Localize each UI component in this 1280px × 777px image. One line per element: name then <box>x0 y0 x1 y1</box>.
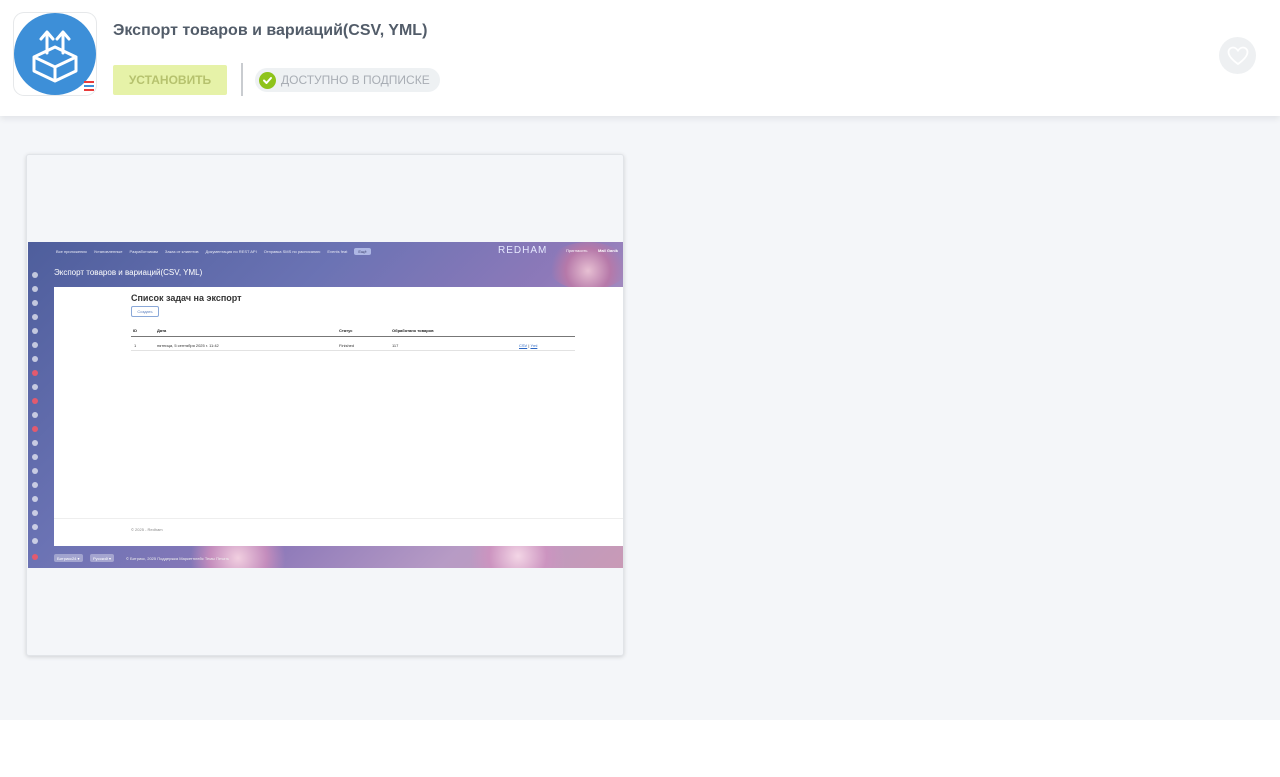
create-button: Создать <box>131 306 159 317</box>
header-rule <box>131 336 575 337</box>
cell-links: CSV | Yml <box>519 343 537 348</box>
rail-icon <box>32 384 38 390</box>
rail-icon <box>32 482 38 488</box>
rail-icon <box>32 314 38 320</box>
screenshot-card[interactable]: Все приложения Установленные Разработчик… <box>26 154 624 656</box>
app-title: Экспорт товаров и вариаций(CSV, YML) <box>113 22 428 39</box>
screenshot-panel: Список задач на экспорт Создать ID Дата … <box>54 287 623 546</box>
rail-icon <box>32 468 38 474</box>
column-header: ID <box>133 328 137 333</box>
csv-link: CSV <box>519 343 528 348</box>
rail-icon <box>32 356 38 362</box>
language-pill: Русский ▾ <box>90 554 114 562</box>
heart-icon <box>1227 46 1248 65</box>
rail-icon <box>32 510 38 516</box>
yml-link: Yml <box>530 343 538 348</box>
footer-rule <box>54 518 623 519</box>
list-title: Список задач на экспорт <box>131 293 242 303</box>
nav-item: Events feat <box>327 248 348 254</box>
rail-icon <box>32 426 38 432</box>
invite-link: Пригласить <box>566 248 588 253</box>
rail-icon <box>32 300 38 306</box>
app-icon <box>14 13 96 95</box>
divider <box>241 63 243 96</box>
nav-item: Разработчикам <box>129 248 158 254</box>
rail-icon <box>32 342 38 348</box>
copyright: © 2025 - Redham <box>131 527 163 532</box>
left-rail <box>28 260 42 568</box>
column-header: Обработано товаров <box>392 328 434 333</box>
favorite-button[interactable] <box>1219 37 1256 74</box>
user-name: Mail Ganik <box>598 248 619 253</box>
rail-icon <box>32 398 38 404</box>
brand-logo: REDHAM <box>498 245 548 256</box>
export-box-icon <box>14 13 96 95</box>
rail-icon <box>32 412 38 418</box>
subscription-badge: ДОСТУПНО В ПОДПИСКЕ <box>255 68 440 92</box>
install-button[interactable]: УСТАНОВИТЬ <box>113 65 227 95</box>
rail-icon <box>32 454 38 460</box>
nav-item: Отправка SMS по расписанию <box>263 248 321 254</box>
cell-date: пятница, 5 сентября 2025 г. 11:42 <box>157 343 219 348</box>
rail-icon <box>32 286 38 292</box>
nav-item: Документация по REST API <box>205 248 257 254</box>
screenshot-page-title: Экспорт товаров и вариаций(CSV, YML) <box>54 268 203 277</box>
cell-count: 117 <box>392 343 399 348</box>
nav-item: Заказ от клиентов <box>164 248 199 254</box>
cell-status: Finished <box>339 343 355 348</box>
nav-item: Установленные <box>93 248 123 254</box>
rail-icon <box>32 496 38 502</box>
rail-icon <box>32 328 38 334</box>
portal-pill: Битрикс24 ▾ <box>54 554 83 562</box>
cell-id: 1 <box>134 343 137 348</box>
app-header: Экспорт товаров и вариаций(CSV, YML) УСТ… <box>0 0 1280 116</box>
app-screenshot: Все приложения Установленные Разработчик… <box>28 242 623 568</box>
nav-more: Ещё <box>354 247 371 255</box>
screenshot-footer: Битрикс24 ▾ Русский ▾ © Битрикс, 2025 По… <box>28 546 623 568</box>
subscription-label: ДОСТУПНО В ПОДПИСКЕ <box>281 73 430 87</box>
footer-text: © Битрикс, 2025 Поддержка Маркетплейс Те… <box>126 556 230 561</box>
rail-icon <box>32 272 38 278</box>
column-header: Статус <box>339 328 353 333</box>
content-area: Все приложения Установленные Разработчик… <box>0 116 1280 720</box>
rail-icon <box>32 370 38 376</box>
nav-item: Все приложения <box>56 248 87 254</box>
column-header: Дата <box>157 328 167 333</box>
check-icon <box>259 71 276 89</box>
rail-icon <box>32 440 38 446</box>
row-rule <box>131 350 575 351</box>
rail-icon <box>32 538 38 544</box>
rail-icon <box>32 524 38 530</box>
